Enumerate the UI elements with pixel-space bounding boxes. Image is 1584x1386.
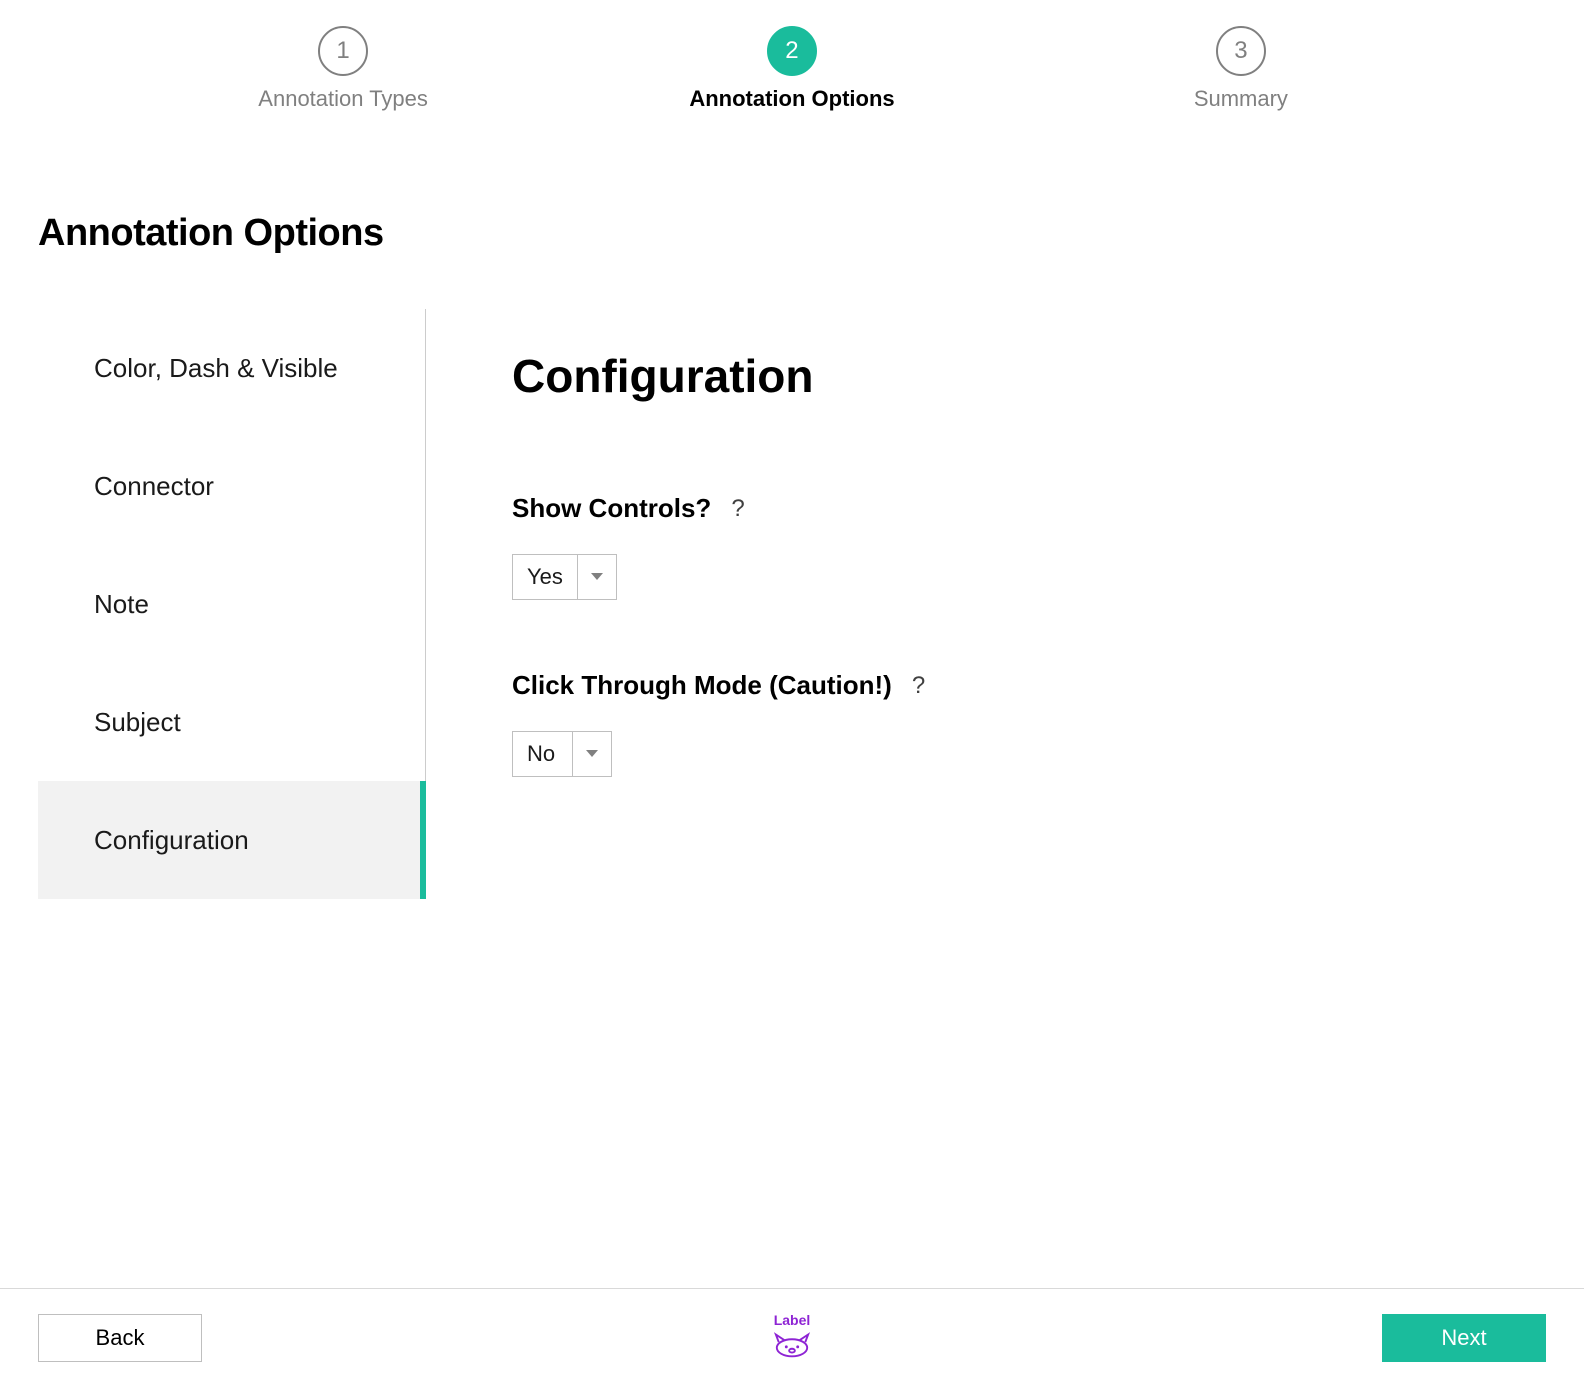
select-click-through-mode[interactable]: No — [512, 731, 612, 777]
help-icon[interactable]: ? — [731, 495, 744, 523]
field-label: Click Through Mode (Caution!) — [512, 670, 892, 701]
panel-title: Configuration — [512, 349, 1584, 403]
sidebar-item-connector[interactable]: Connector — [38, 427, 425, 545]
sidebar: Color, Dash & Visible Connector Note Sub… — [0, 309, 426, 899]
field-label-row: Click Through Mode (Caution!) ? — [512, 670, 1584, 701]
step-number: 1 — [318, 26, 368, 76]
select-show-controls[interactable]: Yes — [512, 554, 617, 600]
sidebar-item-label: Subject — [94, 707, 181, 738]
select-value: Yes — [513, 555, 578, 599]
step-label: Annotation Options — [689, 86, 894, 112]
page-title: Annotation Options — [0, 112, 1584, 255]
sidebar-item-color-dash-visible[interactable]: Color, Dash & Visible — [38, 309, 425, 427]
sidebar-item-label: Note — [94, 589, 149, 620]
step-label: Annotation Types — [258, 86, 428, 112]
help-icon[interactable]: ? — [912, 672, 925, 700]
sidebar-item-label: Configuration — [94, 825, 249, 856]
next-button[interactable]: Next — [1382, 1314, 1546, 1362]
chevron-down-icon — [578, 555, 616, 599]
step-label: Summary — [1194, 86, 1288, 112]
step-annotation-types[interactable]: 1 Annotation Types — [243, 26, 443, 112]
step-summary[interactable]: 3 Summary — [1141, 26, 1341, 112]
sidebar-item-note[interactable]: Note — [38, 545, 425, 663]
main-panel: Configuration Show Controls? ? Yes Click… — [426, 309, 1584, 899]
field-click-through-mode: Click Through Mode (Caution!) ? No — [512, 670, 1584, 777]
step-number: 3 — [1216, 26, 1266, 76]
step-annotation-options[interactable]: 2 Annotation Options — [689, 26, 894, 112]
back-button[interactable]: Back — [38, 1314, 202, 1362]
field-label-row: Show Controls? ? — [512, 493, 1584, 524]
label-pig-icon — [773, 1330, 811, 1363]
brand-label: Label — [774, 1312, 811, 1328]
content: Color, Dash & Visible Connector Note Sub… — [0, 309, 1584, 899]
select-value: No — [513, 732, 573, 776]
footer: Back Label Next — [0, 1288, 1584, 1386]
sidebar-item-configuration[interactable]: Configuration — [38, 781, 425, 899]
sidebar-item-label: Color, Dash & Visible — [94, 353, 338, 384]
chevron-down-icon — [573, 732, 611, 776]
step-number: 2 — [767, 26, 817, 76]
sidebar-item-label: Connector — [94, 471, 214, 502]
field-show-controls: Show Controls? ? Yes — [512, 493, 1584, 600]
sidebar-item-subject[interactable]: Subject — [38, 663, 425, 781]
stepper: 1 Annotation Types 2 Annotation Options … — [0, 0, 1584, 112]
field-label: Show Controls? — [512, 493, 711, 524]
footer-brand: Label — [773, 1312, 811, 1363]
